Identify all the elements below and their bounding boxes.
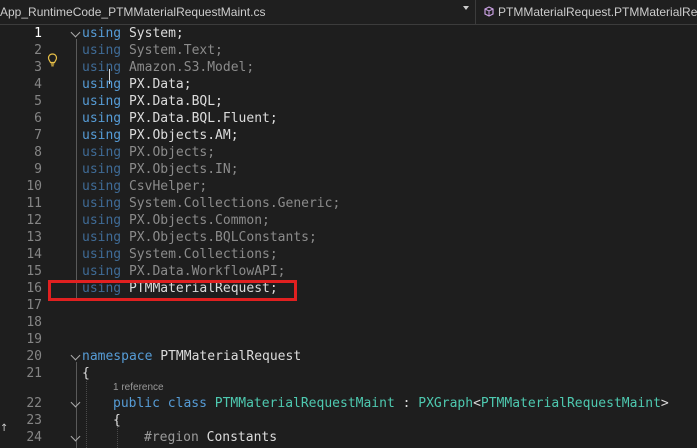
code-line: 20 namespace PTMMaterialRequest [0, 348, 697, 365]
line-number: 2 [34, 43, 42, 58]
line-number: 9 [34, 162, 42, 177]
keyword: using [82, 111, 122, 126]
keyword: using [82, 162, 122, 177]
code-editor[interactable]: 1 using System; 2 using System.Text; 3 u… [0, 25, 697, 448]
code-text: { [82, 366, 90, 381]
code-text: PX.Data.BQL; [121, 94, 223, 109]
code-text: System.Collections; [121, 247, 278, 262]
line-number: 3 [34, 60, 42, 75]
code-text: < [473, 396, 481, 411]
code-text: PX.Objects; [121, 145, 216, 160]
line-number: 21 [26, 366, 42, 381]
code-text: System; [121, 26, 184, 41]
code-text: Amazon.S3.Model; [121, 60, 255, 75]
code-line: 11 using System.Collections.Generic; [0, 195, 697, 212]
line-number: 18 [26, 315, 42, 330]
keyword: using [82, 213, 122, 228]
code-line: 18 [0, 314, 697, 331]
highlight-annotation-box [48, 280, 297, 301]
code-line: 13 using PX.Objects.BQLConstants; [0, 229, 697, 246]
keyword: using [82, 247, 122, 262]
line-number: 4 [34, 77, 42, 92]
keyword: #region [144, 430, 199, 445]
line-number: 1 [34, 26, 42, 41]
code-line: 12 using PX.Objects.Common; [0, 212, 697, 229]
chevron-down-icon [463, 6, 469, 10]
project-dropdown-label: App_RuntimeCode_PTMMaterialRequestMaint.… [0, 5, 266, 19]
keyword: namespace [82, 349, 153, 364]
member-dropdown-label: PTMMaterialRequest.PTMMaterialRequestMai… [498, 5, 697, 19]
code-line: 4 using PX.Data; [0, 76, 697, 93]
code-text: PX.Data; [121, 77, 192, 92]
class-icon [484, 6, 494, 17]
line-number: 12 [26, 213, 42, 228]
code-text: System.Collections.Generic; [121, 196, 341, 211]
keyword: using [82, 43, 122, 58]
keyword: public [113, 396, 160, 411]
code-text: : [394, 396, 419, 411]
code-text: PX.Objects.Common; [121, 213, 270, 228]
keyword: using [82, 179, 122, 194]
line-number: 13 [26, 230, 42, 245]
code-text: System.Text; [121, 43, 223, 58]
line-number: 7 [34, 128, 42, 143]
code-text: { [113, 413, 121, 428]
project-dropdown[interactable]: App_RuntimeCode_PTMMaterialRequestMaint.… [0, 0, 476, 24]
codelens-references[interactable]: 1 reference [113, 382, 164, 393]
keyword: class [159, 396, 207, 411]
code-line: 24 #region Constants [0, 429, 697, 446]
keyword: using [82, 230, 122, 245]
code-line: 1 using System; [0, 25, 697, 42]
line-number: 20 [26, 349, 42, 364]
member-dropdown[interactable]: PTMMaterialRequest.PTMMaterialRequestMai… [478, 0, 697, 24]
code-text: Constants [198, 430, 278, 445]
keyword: using [82, 77, 122, 92]
code-line: 14 using System.Collections; [0, 246, 697, 263]
line-number: 15 [26, 264, 42, 279]
line-number: 6 [34, 111, 42, 126]
code-text: PX.Data.WorkflowAPI; [121, 264, 286, 279]
code-line: 23 { [0, 412, 697, 429]
arrow-up-icon: ↑ [0, 423, 9, 434]
line-number: 8 [34, 145, 42, 160]
code-text: CsvHelper; [121, 179, 208, 194]
code-line: 6 using PX.Data.BQL.Fluent; [0, 110, 697, 127]
class-name: PTMMaterialRequestMaint [206, 396, 395, 411]
keyword: using [82, 145, 122, 160]
code-text: PX.Objects.IN; [121, 162, 239, 177]
line-number: 22 [26, 396, 42, 411]
code-line: 3 using Amazon.S3.Model; [0, 59, 697, 76]
keyword: using [82, 60, 122, 75]
keyword: using [82, 128, 122, 143]
line-number: 11 [26, 196, 42, 211]
code-line: 7 using PX.Objects.AM; [0, 127, 697, 144]
code-text: PTMMaterialRequest [152, 349, 302, 364]
code-text: PX.Objects.BQLConstants; [121, 230, 317, 245]
keyword: using [82, 196, 122, 211]
code-line: 22 public class PTMMaterialRequestMaint … [0, 395, 697, 412]
code-line: 15 using PX.Data.WorkflowAPI; [0, 263, 697, 280]
keyword: using [82, 94, 122, 109]
line-number: 17 [26, 298, 42, 313]
code-text: PX.Data.BQL.Fluent; [121, 111, 278, 126]
line-number: 19 [26, 332, 42, 347]
code-line: 10 using CsvHelper; [0, 178, 697, 195]
code-line: 19 [0, 331, 697, 348]
editor-navigation-bar: App_RuntimeCode_PTMMaterialRequestMaint.… [0, 0, 697, 25]
line-number: 14 [26, 247, 42, 262]
class-name: PTMMaterialRequestMaint [480, 396, 661, 411]
code-line: 2 using System.Text; [0, 42, 697, 59]
line-number: 10 [26, 179, 42, 194]
code-line: 21 { [0, 365, 697, 382]
keyword: using [82, 26, 122, 41]
class-name: PXGraph [418, 396, 474, 411]
keyword: using [82, 264, 122, 279]
code-text: PX.Objects.AM; [121, 128, 239, 143]
line-number: 16 [26, 281, 42, 296]
code-line: 9 using PX.Objects.IN; [0, 161, 697, 178]
code-line: 8 using PX.Objects; [0, 144, 697, 161]
code-text: > [660, 396, 669, 411]
code-line: 5 using PX.Data.BQL; [0, 93, 697, 110]
line-number: 5 [34, 94, 42, 109]
